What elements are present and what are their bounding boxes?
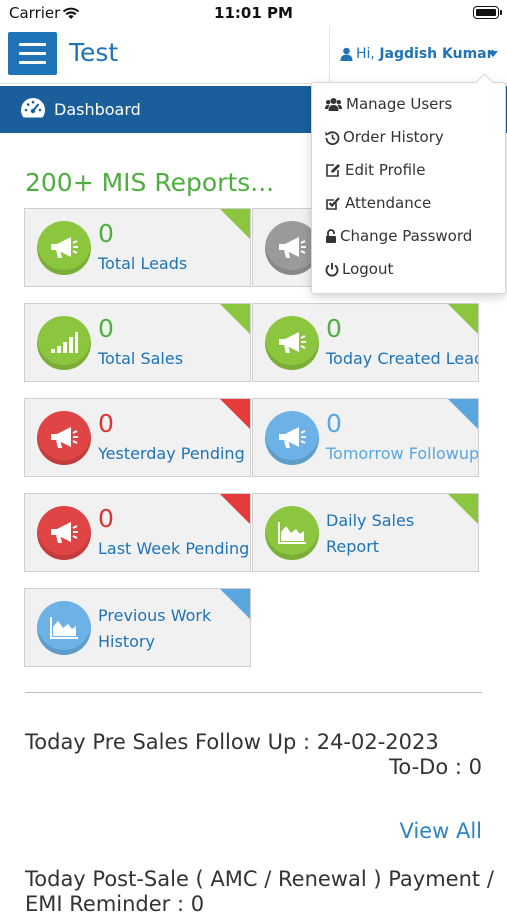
megaphone-icon [37,506,91,560]
tile-count: 0 [98,219,114,248]
tile-label: Yesterday Pending [98,444,245,463]
tile-count: 0 [326,314,342,343]
chevron-down-icon [488,51,498,57]
tile-daily-sales-report[interactable]: Daily Sales Report [252,493,479,572]
tile-total-sales[interactable]: 0 Total Sales [24,303,251,382]
menu-item-label: Manage Users [346,95,453,113]
tile-today-created-lead[interactable]: 0 Today Created Lead [252,303,479,382]
checkbox-icon [326,197,340,210]
post-sale-reminder-title: Today Post-Sale ( AMC / Renewal ) Paymen… [25,867,494,916]
area-chart-icon [265,506,319,560]
power-icon [325,263,339,277]
tile-corner-marker [220,399,250,429]
menu-item-logout[interactable]: Logout [312,254,505,287]
app-title: Test [69,38,119,67]
tile-label: Total Sales [98,349,184,368]
menu-icon-bar [19,61,46,64]
tile-label: Previous Work History [98,606,212,651]
user-name: Jagdish Kumar [379,46,494,62]
tile-yesterday-pending[interactable]: 0 Yesterday Pending [24,398,251,477]
megaphone-icon [265,316,319,370]
menu-item-change-password[interactable]: Change Password [312,221,505,254]
tile-corner-marker [220,494,250,524]
greeting-text: Hi, [356,46,375,62]
menu-item-label: Logout [342,260,394,278]
tile-last-week-pendings[interactable]: 0 Last Week Pendings [24,493,251,572]
section-title: 200+ MIS Reports... [25,168,275,197]
pre-sales-followup-title: Today Pre Sales Follow Up : 24-02-2023 [25,730,439,754]
tile-total-leads[interactable]: 0 Total Leads [24,208,251,287]
tile-label: Daily Sales Report [326,511,415,556]
user-dropdown-menu: Manage Users Order History Edit Profile … [311,82,506,294]
tile-count: 0 [98,314,114,343]
tile-count: 0 [98,504,114,533]
menu-item-label: Edit Profile [345,161,426,179]
app-header: Test Hi, Jagdish Kumar [0,26,507,84]
user-icon [340,46,353,65]
tile-tomorrow-followup[interactable]: 0 Tomorrow Followup [252,398,479,477]
todo-count: To-Do : 0 [389,755,482,779]
tile-corner-marker [448,399,478,429]
area-chart-icon [37,601,91,655]
status-bar: Carrier 11:01 PM [0,0,507,26]
tile-count: 0 [326,409,342,438]
menu-icon-bar [19,52,46,55]
user-menu-button[interactable]: Hi, Jagdish Kumar [329,26,507,83]
tile-previous-work-history[interactable]: Previous Work History [24,588,251,667]
menu-item-order-history[interactable]: Order History [312,122,505,155]
signal-bars-icon [37,316,91,370]
menu-item-manage-users[interactable]: Manage Users [312,89,505,122]
menu-item-label: Change Password [340,227,473,245]
tile-corner-marker [220,304,250,334]
menu-item-edit-profile[interactable]: Edit Profile [312,155,505,188]
edit-icon [326,164,340,177]
tile-label: Tomorrow Followup [326,444,479,463]
menu-item-attendance[interactable]: Attendance [312,188,505,221]
megaphone-icon [37,221,91,275]
megaphone-icon [265,411,319,465]
clock: 11:01 PM [214,4,293,22]
lock-icon [326,229,336,243]
menu-button[interactable] [8,32,57,75]
tile-label: Total Leads [98,254,188,273]
tile-corner-marker [448,304,478,334]
dashboard-label: Dashboard [54,100,141,119]
divider [25,692,482,693]
user-greeting: Hi, Jagdish Kumar [356,46,494,62]
menu-icon [19,43,46,46]
dashboard-icon [20,97,46,123]
tile-label: Last Week Pendings [98,539,251,558]
users-icon [325,98,342,111]
menu-item-label: Attendance [345,194,432,212]
tile-label: Today Created Lead [326,349,479,368]
battery-icon [473,6,502,19]
tile-count: 0 [98,409,114,438]
view-all-link[interactable]: View All [399,819,482,843]
tile-corner-marker [220,209,250,239]
menu-item-label: Order History [343,128,444,146]
megaphone-icon [37,411,91,465]
history-icon [325,131,340,145]
